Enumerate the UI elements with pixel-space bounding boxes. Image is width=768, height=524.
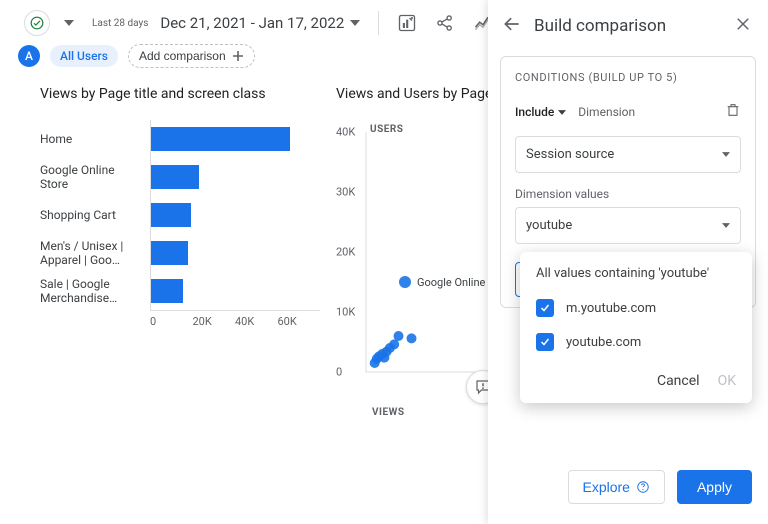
panel-title: Build comparison <box>534 16 722 36</box>
add-comparison-label: Add comparison <box>139 49 226 63</box>
x-axis-label: VIEWS <box>372 407 405 418</box>
scatter-point <box>394 331 404 341</box>
caret-down-icon <box>722 223 730 228</box>
top-action-icons <box>397 13 493 33</box>
trash-icon <box>725 102 741 118</box>
x-tick: 20K <box>193 311 236 328</box>
bar <box>151 279 183 303</box>
dimension-label: Dimension <box>578 105 717 119</box>
back-button[interactable] <box>502 14 522 38</box>
check-icon <box>539 302 551 314</box>
date-range-select[interactable]: Dec 21, 2021 - Jan 17, 2022 <box>160 14 360 32</box>
views-by-page-card: Views by Page title and screen class Hom… <box>40 86 320 390</box>
scatter-point <box>399 276 411 288</box>
ok-button[interactable]: OK <box>718 373 736 389</box>
conditions-title: CONDITIONS (BUILD UP TO 5) <box>515 71 741 84</box>
include-select[interactable]: Include <box>515 105 566 119</box>
checkbox-checked[interactable] <box>536 333 554 351</box>
caret-down-icon <box>722 152 730 157</box>
views-users-card: Views and Users by Page title and screen… <box>336 86 496 390</box>
plus-icon <box>232 50 244 62</box>
status-caret-button[interactable] <box>56 10 82 36</box>
condition-row: Include Dimension <box>515 102 741 122</box>
period-label: Last 28 days <box>92 18 148 29</box>
bar-label: Google Online Store <box>40 158 150 196</box>
insights-icon[interactable] <box>397 13 417 33</box>
checkbox-checked[interactable] <box>536 299 554 317</box>
caret-down-icon <box>64 20 74 26</box>
check-circle-icon <box>30 16 44 30</box>
arrow-left-icon <box>502 14 522 34</box>
popover-option[interactable]: youtube.com <box>520 325 752 359</box>
x-tick: 60K <box>278 311 321 328</box>
dimension-select[interactable]: Session source <box>515 136 741 173</box>
segment-all-users[interactable]: All Users <box>50 45 118 67</box>
option-label: m.youtube.com <box>566 301 656 316</box>
panel-header: Build comparison <box>488 0 768 48</box>
popover-option[interactable]: m.youtube.com <box>520 291 752 325</box>
card-title: Views and Users by Page title and screen… <box>336 86 496 102</box>
bar <box>151 127 290 151</box>
card-title: Views by Page title and screen class <box>40 86 320 102</box>
bar <box>151 203 191 227</box>
dimension-values-input: youtube <box>526 218 572 233</box>
dimension-value: Session source <box>526 147 614 162</box>
x-axis: 020K40K60K <box>150 310 320 328</box>
segment-badge: A <box>18 45 40 67</box>
share-icon[interactable] <box>435 13 455 33</box>
popover-title: All values containing 'youtube' <box>520 264 752 291</box>
caret-down-icon <box>350 20 360 26</box>
caret-down-icon <box>558 110 566 115</box>
include-label: Include <box>515 105 554 119</box>
scatter-svg <box>336 120 496 390</box>
divider <box>378 11 379 35</box>
apply-button[interactable]: Apply <box>677 470 752 504</box>
popover-actions: Cancel OK <box>520 359 752 397</box>
dimension-values-label: Dimension values <box>515 187 741 201</box>
explore-label: Explore <box>583 479 630 495</box>
scatter-chart: USERS 40K30K20K10K0 Google Online S VIEW… <box>336 120 496 390</box>
bar <box>151 241 188 265</box>
x-tick: 40K <box>235 311 278 328</box>
dimension-values-select[interactable]: youtube <box>515 207 741 244</box>
option-label: youtube.com <box>566 335 641 350</box>
apply-label: Apply <box>697 479 732 495</box>
check-icon <box>539 336 551 348</box>
panel-footer: Explore Apply <box>488 456 768 524</box>
bar-label: Sale | Google Merchandise… <box>40 272 150 310</box>
date-range-text: Dec 21, 2021 - Jan 17, 2022 <box>160 14 344 32</box>
add-comparison-button[interactable]: Add comparison <box>128 44 255 68</box>
bar-label: Men's / Unisex | Apparel | Goo… <box>40 234 150 272</box>
bar <box>151 165 199 189</box>
cancel-button[interactable]: Cancel <box>657 373 700 389</box>
bar-label: Home <box>40 120 150 158</box>
values-popover: All values containing 'youtube' m.youtub… <box>520 252 752 403</box>
help-icon <box>636 480 650 494</box>
point-annotation: Google Online S <box>417 276 495 289</box>
delete-condition-button[interactable] <box>725 102 741 122</box>
bar-label: Shopping Cart <box>40 196 150 234</box>
scatter-point <box>407 333 417 343</box>
close-button[interactable] <box>734 15 752 37</box>
explore-button[interactable]: Explore <box>568 470 665 504</box>
close-icon <box>734 15 752 33</box>
hbar-chart: HomeGoogle Online StoreShopping CartMen'… <box>40 120 320 310</box>
x-tick: 0 <box>150 311 193 328</box>
status-indicator[interactable] <box>24 10 50 36</box>
